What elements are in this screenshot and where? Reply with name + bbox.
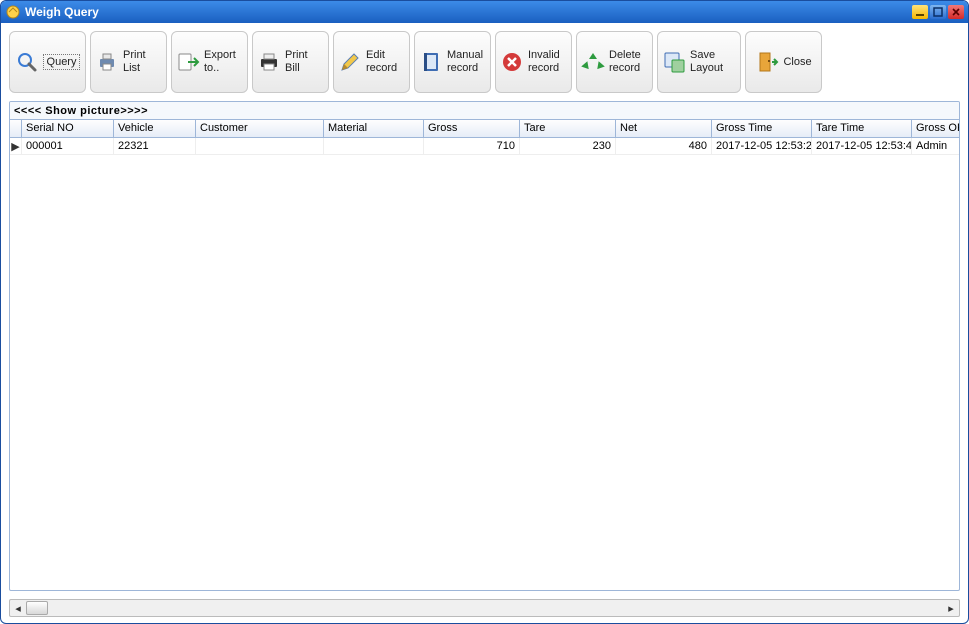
maximize-button[interactable] [930, 5, 946, 19]
print-bill-button[interactable]: Print Bill [252, 31, 329, 93]
col-indicator[interactable] [10, 120, 22, 137]
grid-header-row: Serial NO Vehicle Customer Material Gros… [10, 120, 959, 138]
col-gross-time-header[interactable]: Gross Time [712, 120, 812, 137]
grid-body[interactable]: ▶ 000001 22321 710 230 480 2017-12-05 12… [10, 138, 959, 590]
app-icon [5, 4, 21, 20]
scroll-right-icon[interactable]: ▸ [943, 600, 959, 616]
delete-record-label: Delete record [609, 49, 648, 74]
close-label: Close [783, 56, 811, 69]
table-row[interactable]: ▶ 000001 22321 710 230 480 2017-12-05 12… [10, 138, 959, 155]
cell-customer [196, 138, 324, 154]
scroll-left-icon[interactable]: ◂ [10, 600, 26, 616]
cell-net: 480 [616, 138, 712, 154]
print-list-label: Print List [123, 49, 162, 74]
col-customer-header[interactable]: Customer [196, 120, 324, 137]
show-picture-toggle[interactable]: <<<< Show picture>>>> [10, 102, 959, 120]
export-icon [176, 50, 200, 74]
manual-record-label: Manual record [447, 49, 486, 74]
save-layout-label: Save Layout [690, 49, 736, 74]
window-title: Weigh Query [25, 5, 99, 19]
col-vehicle-header[interactable]: Vehicle [114, 120, 196, 137]
scroll-thumb[interactable] [26, 601, 48, 615]
close-button[interactable]: Close [745, 31, 822, 93]
col-tare-header[interactable]: Tare [520, 120, 616, 137]
col-material-header[interactable]: Material [324, 120, 424, 137]
content-area: <<<< Show picture>>>> Serial NO Vehicle … [9, 101, 960, 591]
edit-record-label: Edit record [366, 49, 405, 74]
invalid-record-label: Invalid record [528, 49, 567, 74]
titlebar[interactable]: Weigh Query [1, 1, 968, 23]
print-bill-label: Print Bill [285, 49, 324, 74]
pencil-icon [338, 50, 362, 74]
toolbar: Query Print List Export to.. Print Bill [1, 23, 968, 101]
cell-gross: 710 [424, 138, 520, 154]
horizontal-scrollbar[interactable]: ◂ ▸ [9, 599, 960, 617]
invalid-record-button[interactable]: Invalid record [495, 31, 572, 93]
delete-x-icon [500, 50, 524, 74]
recycle-icon [581, 50, 605, 74]
printer-icon [95, 50, 119, 74]
col-serial-header[interactable]: Serial NO [22, 120, 114, 137]
cell-serial: 000001 [22, 138, 114, 154]
scroll-track[interactable] [26, 600, 943, 616]
save-layout-button[interactable]: Save Layout [657, 31, 741, 93]
cell-gross-time: 2017-12-05 12:53:21 [712, 138, 812, 154]
col-net-header[interactable]: Net [616, 120, 712, 137]
query-button[interactable]: Query [9, 31, 86, 93]
door-exit-icon [755, 50, 779, 74]
row-indicator-icon: ▶ [10, 138, 22, 154]
search-icon [15, 50, 39, 74]
query-label: Query [43, 54, 81, 71]
cell-tare: 230 [520, 138, 616, 154]
cell-vehicle: 22321 [114, 138, 196, 154]
close-window-button[interactable] [948, 5, 964, 19]
window: Weigh Query Query Print List [0, 0, 969, 624]
save-layout-icon [662, 50, 686, 74]
cell-gross-op: Admin [912, 138, 959, 154]
cell-tare-time: 2017-12-05 12:53:48 [812, 138, 912, 154]
manual-record-button[interactable]: Manual record [414, 31, 491, 93]
cell-material [324, 138, 424, 154]
col-gross-op-header[interactable]: Gross OP [912, 120, 960, 137]
edit-record-button[interactable]: Edit record [333, 31, 410, 93]
delete-record-button[interactable]: Delete record [576, 31, 653, 93]
col-gross-header[interactable]: Gross [424, 120, 520, 137]
notebook-icon [419, 50, 443, 74]
export-button[interactable]: Export to.. [171, 31, 248, 93]
minimize-button[interactable] [912, 5, 928, 19]
print-list-button[interactable]: Print List [90, 31, 167, 93]
printer-bill-icon [257, 50, 281, 74]
col-tare-time-header[interactable]: Tare Time [812, 120, 912, 137]
export-label: Export to.. [204, 49, 243, 74]
